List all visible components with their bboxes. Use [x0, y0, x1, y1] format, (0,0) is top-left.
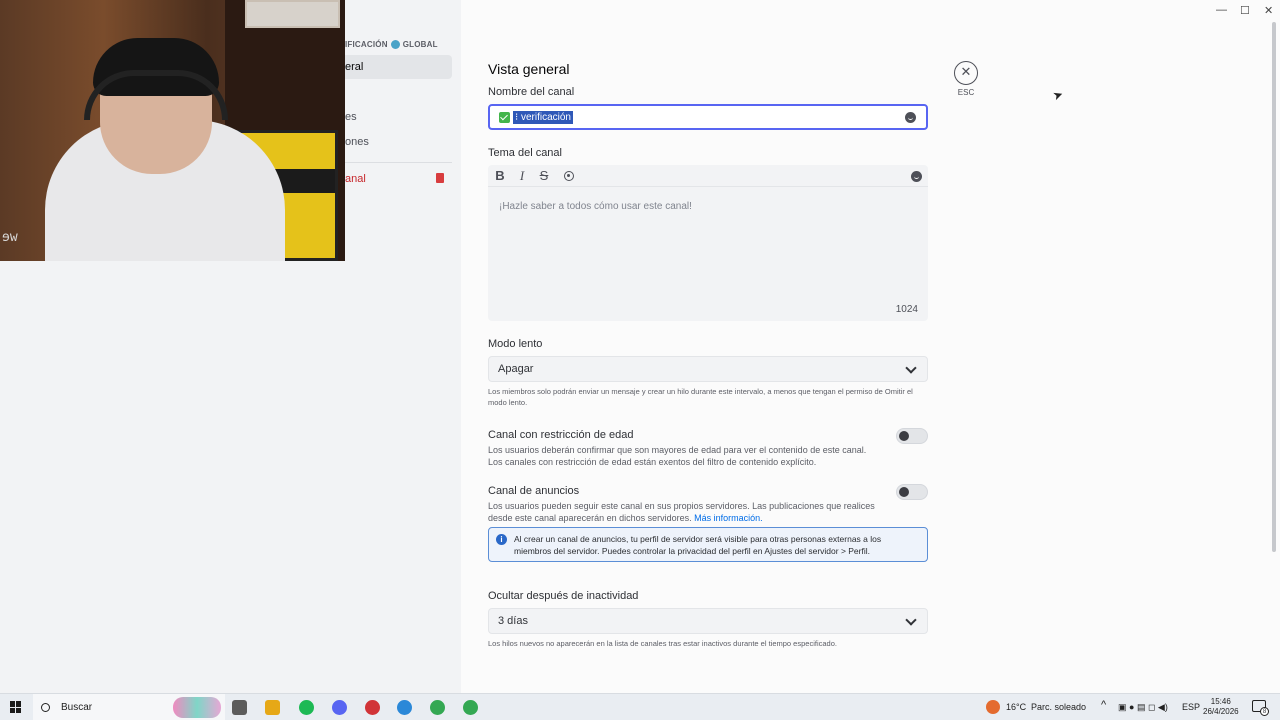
sidebar-item-permissions[interactable]: es: [336, 105, 452, 129]
file-explorer-icon[interactable]: [265, 700, 280, 715]
announcement-desc: Los usuarios pueden seguir este canal en…: [488, 500, 878, 524]
discord-icon[interactable]: [332, 700, 347, 715]
sidebar-header-category: GLOBAL: [402, 40, 438, 49]
channel-name-input[interactable]: ⁝ verificación: [488, 104, 928, 130]
window-close-button[interactable]: ✕: [1264, 4, 1273, 17]
bold-button[interactable]: B: [494, 168, 506, 183]
clock-date: 26/4/2026: [1203, 707, 1239, 716]
taskbar-clock[interactable]: 15:46 26/4/2026: [1203, 697, 1239, 717]
maximize-button[interactable]: ☐: [1240, 4, 1250, 17]
sidebar-item-delete-channel[interactable]: anal: [336, 167, 452, 191]
topic-placeholder: ¡Hazle saber a todos cómo usar este cana…: [499, 201, 692, 212]
announcement-desc-line: Los usuarios pueden seguir este canal en…: [488, 501, 875, 511]
chrome-icon[interactable]: [430, 700, 445, 715]
info-icon: i: [496, 534, 507, 545]
app-icon[interactable]: [365, 700, 380, 715]
esc-label: ESC: [957, 88, 975, 97]
notification-badge: 8: [1260, 707, 1269, 716]
windows-start-icon[interactable]: [10, 701, 22, 713]
esc-close-button[interactable]: ✕ ESC: [954, 61, 978, 97]
slowmode-label: Modo lento: [488, 338, 543, 350]
channel-topic-label: Tema del canal: [488, 147, 562, 159]
channel-name-value: ⁝ verificación: [513, 110, 573, 124]
sidebar-divider: [345, 162, 452, 163]
search-icon: [41, 703, 50, 712]
search-placeholder: Buscar: [61, 702, 93, 713]
topic-char-count: 1024: [895, 304, 918, 315]
emoji-picker-icon[interactable]: [905, 112, 916, 123]
age-restricted-desc-line: Los canales con restricción de edad está…: [488, 457, 817, 467]
globe-icon: [390, 40, 400, 49]
webcam-wall-frame: [245, 0, 340, 28]
channel-topic-editor[interactable]: B I S ¡Hazle saber a todos cómo usar est…: [488, 165, 928, 321]
notification-icon[interactable]: 8: [1252, 700, 1269, 716]
sidebar-header-label: IFICACIÓN: [345, 40, 388, 49]
weather-desc[interactable]: Parc. soleado: [1031, 702, 1086, 712]
slowmode-help-line: modo lento.: [488, 398, 528, 407]
emoji-picker-icon[interactable]: [911, 171, 922, 182]
chrome-icon[interactable]: [463, 700, 478, 715]
hide-after-select[interactable]: 3 días: [488, 608, 928, 634]
search-highlight-image: [173, 697, 221, 718]
age-restricted-desc-line: Los usuarios deberán confirmar que son m…: [488, 445, 867, 455]
sidebar-item-label: es: [345, 111, 357, 123]
taskbar-search[interactable]: Buscar: [33, 694, 225, 720]
spotify-icon[interactable]: [299, 700, 314, 715]
slowmode-value: Apagar: [498, 363, 534, 375]
app-icon[interactable]: [397, 700, 412, 715]
page-title: Vista general: [488, 61, 570, 77]
weather-icon: [986, 700, 1000, 714]
check-icon: [499, 111, 510, 123]
scrollbar[interactable]: [1272, 22, 1276, 552]
hide-after-value: 3 días: [498, 615, 528, 627]
language-indicator[interactable]: ESP: [1182, 702, 1200, 712]
slowmode-help-line: Los miembros solo podrán enviar un mensa…: [488, 387, 913, 396]
strikethrough-button[interactable]: S: [538, 168, 550, 183]
sidebar-channel-header: IFICACIÓN GLOBAL: [345, 40, 438, 49]
close-icon[interactable]: ✕: [954, 61, 978, 85]
minimize-button[interactable]: —: [1216, 4, 1227, 16]
weather-temp[interactable]: 16°C: [1006, 702, 1026, 712]
clock-time: 15:46: [1210, 697, 1231, 706]
tray-chevron-icon[interactable]: ^: [1101, 699, 1106, 711]
learn-more-link[interactable]: Más información.: [694, 513, 763, 523]
slowmode-select[interactable]: Apagar: [488, 356, 928, 382]
hide-after-help: Los hilos nuevos no aparecerán en la lis…: [488, 639, 837, 648]
chevron-down-icon: [905, 362, 917, 374]
task-view-icon[interactable]: [232, 700, 247, 715]
channel-name-label: Nombre del canal: [488, 86, 575, 98]
info-box-line: Al crear un canal de anuncios, tu perfil…: [514, 534, 882, 544]
sidebar-item-label: anal: [345, 173, 366, 185]
slowmode-help: Los miembros solo podrán enviar un mensa…: [488, 386, 928, 408]
tray-icons[interactable]: ▣ ● ▤ ◻ ◀): [1118, 702, 1168, 713]
mouse-cursor-icon: ➤: [1050, 86, 1066, 104]
info-box-line: miembros del servidor. Puedes controlar …: [514, 546, 870, 556]
age-restricted-toggle[interactable]: [896, 428, 928, 444]
topic-toolbar: B I S: [488, 165, 928, 187]
announcement-toggle[interactable]: [896, 484, 928, 500]
italic-button[interactable]: I: [516, 168, 528, 184]
webcam-watermark: ɘw: [2, 230, 18, 245]
spoiler-eye-icon[interactable]: [564, 170, 574, 181]
sidebar-item-integrations[interactable]: ones: [336, 130, 452, 154]
taskbar: Buscar 16°C Parc. soleado ^ ▣ ● ▤ ◻ ◀) E…: [0, 693, 1280, 720]
chevron-down-icon: [905, 614, 917, 626]
sidebar-item-label: eral: [345, 61, 364, 73]
trash-icon: [436, 173, 444, 183]
announcement-label: Canal de anuncios: [488, 485, 580, 497]
announcement-desc-line: desde este canal aparecerán en dichos se…: [488, 513, 692, 523]
sidebar-item-label: ones: [345, 136, 369, 148]
hide-after-label: Ocultar después de inactividad: [488, 590, 639, 602]
announcement-info-box: i Al crear un canal de anuncios, tu perf…: [488, 527, 928, 562]
sidebar-item-overview[interactable]: eral: [336, 55, 452, 79]
age-restricted-desc: Los usuarios deberán confirmar que son m…: [488, 444, 878, 468]
age-restricted-label: Canal con restricción de edad: [488, 429, 634, 441]
webcam-overlay: ɘw: [0, 0, 345, 261]
